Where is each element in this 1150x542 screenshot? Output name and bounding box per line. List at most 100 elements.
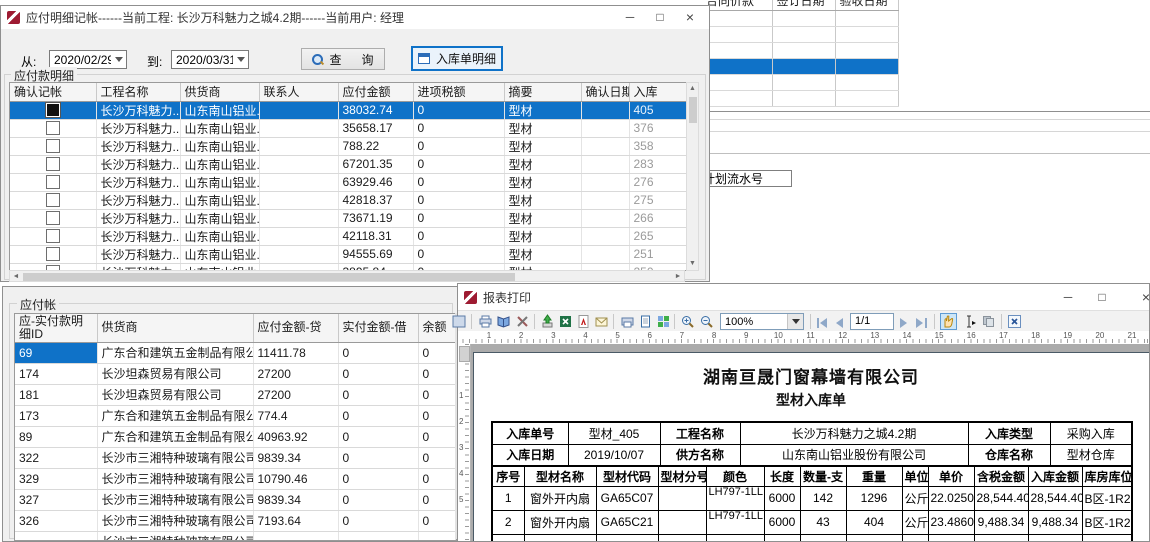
id-cell[interactable]: 174 <box>15 363 97 384</box>
text-select-icon[interactable] <box>963 314 978 329</box>
amount-cell[interactable]: 63929.46 <box>338 173 413 191</box>
confirm-cell[interactable] <box>10 137 96 155</box>
credit-cell[interactable]: 11411.78 <box>253 342 338 363</box>
tax-cell[interactable]: 0 <box>413 155 504 173</box>
table-row[interactable]: 181长沙坦森贸易有限公司2720000 <box>15 384 455 405</box>
horizontal-scrollbar[interactable]: ◄ ► <box>9 270 685 282</box>
id-cell[interactable] <box>15 531 97 541</box>
amount-cell[interactable]: 38032.74 <box>338 101 413 119</box>
confirm-cell[interactable] <box>10 173 96 191</box>
column-header[interactable]: 应-实付款明细ID <box>15 314 97 342</box>
supplier-cell[interactable]: 山东南山铝业... <box>180 101 259 119</box>
page-indicator[interactable]: 1/1 <box>850 313 894 330</box>
supplier-cell[interactable]: 山东南山铝业... <box>180 119 259 137</box>
table-row[interactable]: 326长沙市三湘特种玻璃有限公司7193.6400 <box>15 510 455 531</box>
summary-cell[interactable]: 型材 <box>504 119 581 137</box>
supplier-cell[interactable]: 长沙坦森贸易有限公司 <box>97 384 253 405</box>
table-row[interactable]: 长沙万科魅力...山东南山铝业...35658.170型材376 <box>10 119 686 137</box>
balance-cell[interactable]: 0 <box>418 447 455 468</box>
tools-icon[interactable] <box>515 314 530 329</box>
table-row[interactable]: 长沙万科魅力...山东南山铝业...42818.370型材275 <box>10 191 686 209</box>
supplier-cell[interactable]: 长沙市三湘特种玻璃有限公司 <box>97 531 253 541</box>
confirm-date-cell[interactable] <box>581 155 629 173</box>
single-page-icon[interactable] <box>638 314 653 329</box>
project-cell[interactable]: 长沙万科魅力... <box>96 155 180 173</box>
column-header[interactable]: 供货商 <box>97 314 253 342</box>
tax-cell[interactable]: 0 <box>413 119 504 137</box>
prev-page-icon[interactable] <box>836 318 843 328</box>
receipt-cell[interactable]: 376 <box>629 119 686 137</box>
table-row[interactable]: 174长沙坦森贸易有限公司2720000 <box>15 363 455 384</box>
table-row[interactable]: 322长沙市三湘特种玻璃有限公司9839.3400 <box>15 447 455 468</box>
empty-cell[interactable] <box>702 10 772 26</box>
amount-cell[interactable]: 35658.17 <box>338 119 413 137</box>
close-button[interactable]: × <box>675 6 705 29</box>
empty-cell[interactable] <box>772 10 835 26</box>
summary-cell[interactable]: 型材 <box>504 137 581 155</box>
empty-cell[interactable] <box>835 58 898 74</box>
credit-cell[interactable]: 9839.34 <box>253 447 338 468</box>
supplier-cell[interactable]: 长沙市三湘特种玻璃有限公司 <box>97 468 253 489</box>
tax-cell[interactable]: 0 <box>413 245 504 263</box>
credit-cell[interactable]: 7193.64 <box>253 510 338 531</box>
balance-cell[interactable]: 0 <box>418 342 455 363</box>
column-header[interactable]: 实付金额-借 <box>338 314 418 342</box>
query-button[interactable]: 查 询 <box>301 48 385 70</box>
supplier-cell[interactable]: 山东南山铝业... <box>180 227 259 245</box>
balance-cell[interactable]: 0 <box>418 384 455 405</box>
id-cell[interactable]: 327 <box>15 489 97 510</box>
titlebar[interactable]: 报表打印 <box>458 284 1149 310</box>
tax-cell[interactable]: 0 <box>413 209 504 227</box>
supplier-cell[interactable]: 山东南山铝业... <box>180 137 259 155</box>
table-row[interactable] <box>702 26 898 42</box>
project-cell[interactable]: 长沙万科魅力... <box>96 245 180 263</box>
confirm-checkbox[interactable] <box>46 211 60 225</box>
confirm-checkbox[interactable] <box>46 193 60 207</box>
contact-cell[interactable] <box>259 155 338 173</box>
column-header[interactable]: 联系人 <box>259 83 338 101</box>
column-header[interactable]: 进项税额 <box>413 83 504 101</box>
confirm-checkbox[interactable] <box>46 121 60 135</box>
column-header[interactable]: 应付金额 <box>338 83 413 101</box>
column-header[interactable]: 供货商 <box>180 83 259 101</box>
confirm-date-cell[interactable] <box>581 209 629 227</box>
table-row[interactable]: 173广东合和建筑五金制品有限公司774.400 <box>15 405 455 426</box>
project-cell[interactable]: 长沙万科魅力... <box>96 101 180 119</box>
to-date-combo[interactable]: 2020/03/31 <box>171 50 249 69</box>
contact-cell[interactable] <box>259 209 338 227</box>
summary-cell[interactable]: 型材 <box>504 155 581 173</box>
credit-cell[interactable]: 27200 <box>253 363 338 384</box>
scrollbar-thumb[interactable] <box>689 97 697 123</box>
close-preview-icon[interactable] <box>1007 314 1022 329</box>
supplier-cell[interactable]: 山东南山铝业... <box>180 173 259 191</box>
column-header[interactable]: 摘要 <box>504 83 581 101</box>
summary-cell[interactable]: 型材 <box>504 101 581 119</box>
table-row[interactable]: 327长沙市三湘特种玻璃有限公司9839.3400 <box>15 489 455 510</box>
debit-cell[interactable]: 0 <box>338 384 418 405</box>
table-row[interactable] <box>702 42 898 58</box>
contact-cell[interactable] <box>259 245 338 263</box>
confirm-date-cell[interactable] <box>581 191 629 209</box>
column-header[interactable]: 入库 <box>629 83 686 101</box>
scroll-down-icon[interactable]: ▼ <box>687 259 698 269</box>
debit-cell[interactable]: 0 <box>338 447 418 468</box>
confirm-checkbox[interactable] <box>46 157 60 171</box>
amount-cell[interactable]: 788.22 <box>338 137 413 155</box>
table-row[interactable]: 长沙市三湘特种玻璃有限公司 <box>15 531 455 541</box>
table-row[interactable] <box>702 90 898 106</box>
table-row[interactable]: 89广东合和建筑五金制品有限公司40963.9200 <box>15 426 455 447</box>
confirm-date-cell[interactable] <box>581 119 629 137</box>
debit-cell[interactable]: 0 <box>338 363 418 384</box>
last-page-icon[interactable] <box>925 318 927 328</box>
supplier-cell[interactable]: 广东合和建筑五金制品有限公司 <box>97 342 253 363</box>
supplier-cell[interactable]: 山东南山铝业... <box>180 155 259 173</box>
empty-cell[interactable] <box>772 74 835 90</box>
empty-cell[interactable] <box>835 90 898 106</box>
project-cell[interactable]: 长沙万科魅力... <box>96 227 180 245</box>
empty-cell[interactable] <box>702 26 772 42</box>
id-cell[interactable]: 329 <box>15 468 97 489</box>
tax-cell[interactable]: 0 <box>413 137 504 155</box>
empty-cell[interactable] <box>702 74 772 90</box>
receipt-cell[interactable]: 358 <box>629 137 686 155</box>
table-row[interactable]: 长沙万科魅力...山东南山铝业...63929.460型材276 <box>10 173 686 191</box>
